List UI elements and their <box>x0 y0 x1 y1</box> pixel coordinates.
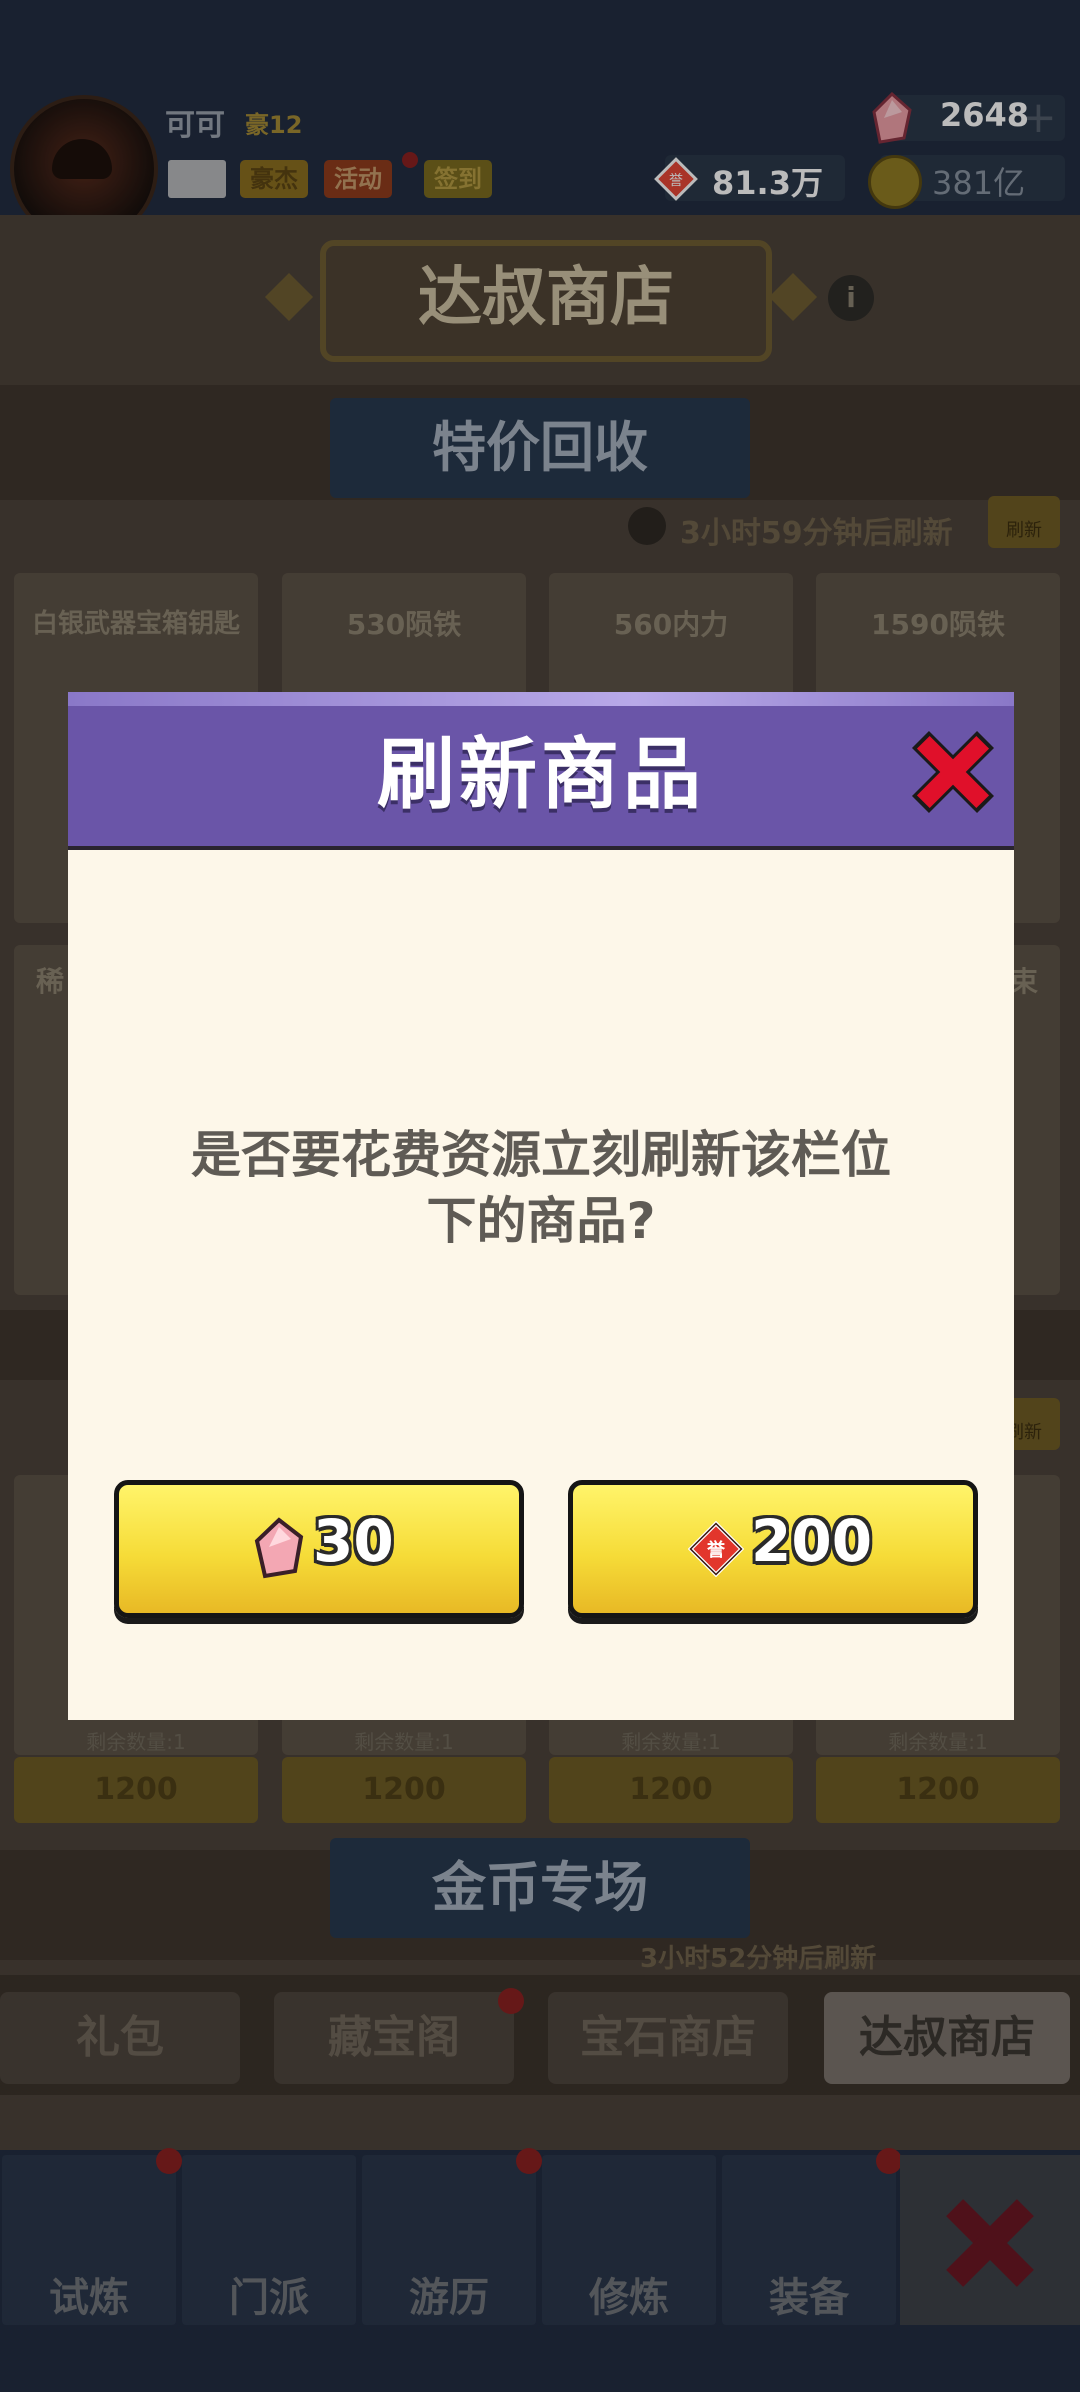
honor-icon: 誉 <box>688 1521 744 1577</box>
honor-cost: 200 <box>751 1507 873 1575</box>
dialog-message: 是否要花费资源立刻刷新该栏位 下的商品? <box>128 1122 954 1254</box>
gem-icon <box>254 1517 304 1579</box>
refresh-dialog: 刷新商品 是否要花费资源立刻刷新该栏位 下的商品? 30 誉 200 <box>68 692 1014 1720</box>
dialog-message-line: 是否要花费资源立刻刷新该栏位 <box>191 1126 891 1184</box>
dialog-title: 刷新商品 <box>376 730 705 820</box>
close-button[interactable] <box>908 727 998 817</box>
svg-text:誉: 誉 <box>707 1539 726 1561</box>
gem-cost: 30 <box>313 1507 394 1575</box>
pay-honor-button[interactable]: 誉 200 <box>568 1480 978 1618</box>
dialog-message-line: 下的商品? <box>426 1192 656 1250</box>
close-icon <box>911 730 995 814</box>
pay-gems-button[interactable]: 30 <box>114 1480 524 1618</box>
